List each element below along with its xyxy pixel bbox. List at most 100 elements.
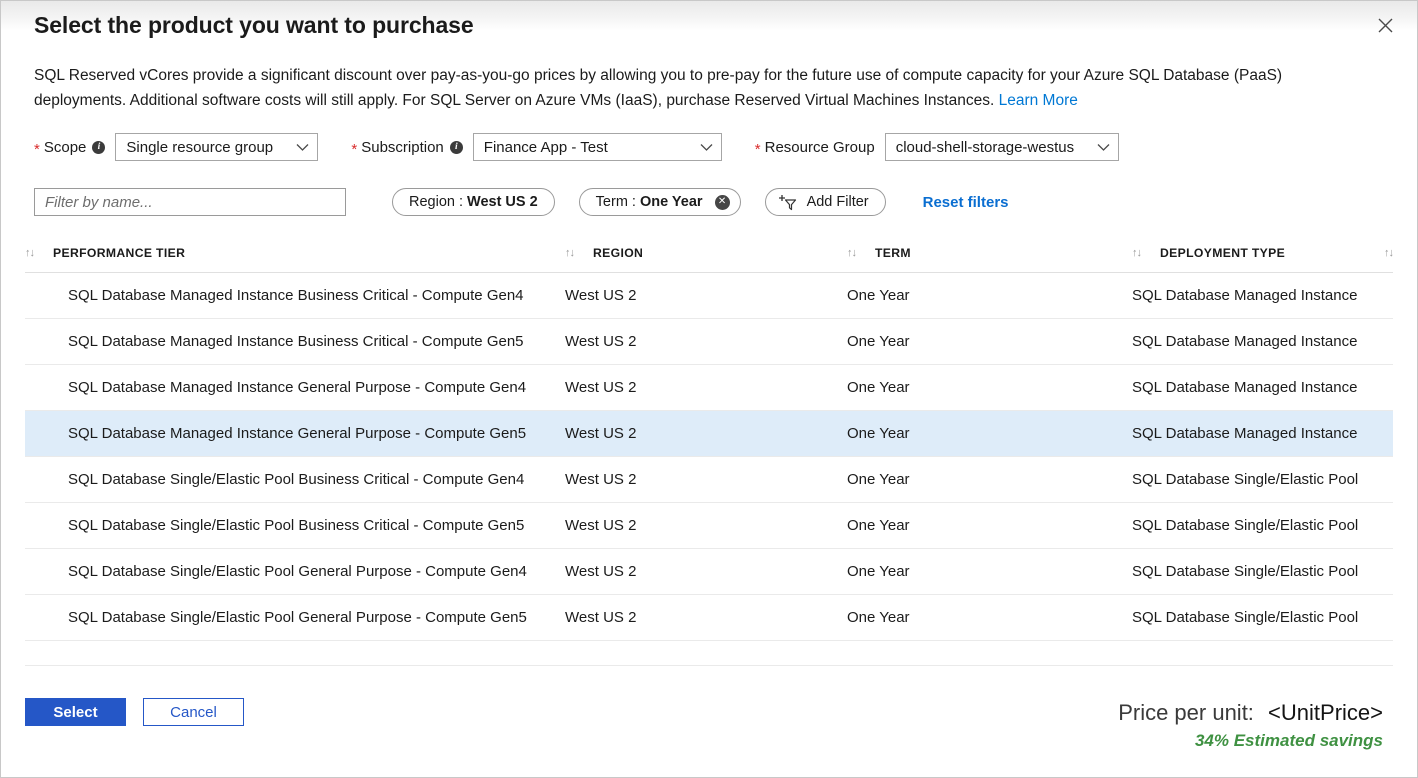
add-filter-icon <box>778 193 800 212</box>
cancel-button[interactable]: Cancel <box>143 698 244 726</box>
search-input[interactable] <box>34 188 346 216</box>
subscription-dropdown-value: Finance App - Test <box>484 139 608 156</box>
table-header-row: ↑↓ PERFORMANCE TIER ↑↓ REGION ↑↓ TERM ↑↓… <box>25 238 1393 273</box>
filter-chip-region-value: West US 2 <box>467 194 538 210</box>
dialog-footer: Select Cancel Price per unit: <UnitPrice… <box>1 685 1417 777</box>
column-header-term[interactable]: ↑↓ TERM <box>847 246 1132 260</box>
table-row[interactable]: SQL Database Single/Elastic Pool General… <box>25 549 1393 595</box>
required-asterisk: * <box>34 142 40 157</box>
price-per-unit-line: Price per unit: <UnitPrice> <box>1118 698 1383 728</box>
cell-region: West US 2 <box>565 287 847 304</box>
cell-term: One Year <box>847 609 1132 626</box>
resource-group-dropdown[interactable]: cloud-shell-storage-westus <box>885 133 1119 161</box>
info-icon[interactable]: i <box>92 141 105 154</box>
cell-term: One Year <box>847 563 1132 580</box>
cell-term: One Year <box>847 287 1132 304</box>
required-asterisk: * <box>755 142 761 157</box>
clear-filter-icon[interactable]: ✕ <box>715 195 730 210</box>
cell-region: West US 2 <box>565 563 847 580</box>
table-bottom-divider <box>25 641 1393 666</box>
filter-bar: Region : West US 2 Term : One Year ✕ Add… <box>34 188 1417 216</box>
cell-deployment-type: SQL Database Single/Elastic Pool <box>1132 517 1393 534</box>
cell-performance-tier: SQL Database Managed Instance Business C… <box>25 287 565 304</box>
cell-region: West US 2 <box>565 425 847 442</box>
cell-region: West US 2 <box>565 333 847 350</box>
scope-selectors-row: * Scope i Single resource group * Subscr… <box>34 133 1417 161</box>
filter-chip-region-label: Region : <box>409 194 463 210</box>
add-filter-label: Add Filter <box>807 194 869 210</box>
table-row[interactable]: SQL Database Managed Instance General Pu… <box>25 365 1393 411</box>
price-per-unit-label: Price per unit: <box>1118 700 1254 725</box>
filter-chip-region[interactable]: Region : West US 2 <box>392 188 555 216</box>
footer-button-group: Select Cancel <box>25 698 244 726</box>
cell-deployment-type: SQL Database Managed Instance <box>1132 287 1393 304</box>
sort-icon[interactable]: ↑↓ <box>1132 247 1141 259</box>
table-row[interactable]: SQL Database Managed Instance General Pu… <box>25 411 1393 457</box>
scope-dropdown[interactable]: Single resource group <box>115 133 318 161</box>
resource-group-label-group: * Resource Group <box>755 139 875 156</box>
cell-deployment-type: SQL Database Single/Elastic Pool <box>1132 563 1393 580</box>
table-row[interactable]: SQL Database Managed Instance Business C… <box>25 273 1393 319</box>
subscription-label-group: * Subscription i <box>351 139 462 156</box>
cell-deployment-type: SQL Database Single/Elastic Pool <box>1132 471 1393 488</box>
column-header-label: PERFORMANCE TIER <box>53 246 185 260</box>
table-body: SQL Database Managed Instance Business C… <box>25 273 1393 641</box>
required-asterisk: * <box>351 142 357 157</box>
cell-performance-tier: SQL Database Managed Instance General Pu… <box>25 425 565 442</box>
column-header-region[interactable]: ↑↓ REGION <box>565 246 847 260</box>
column-header-label: DEPLOYMENT TYPE <box>1160 246 1285 260</box>
table-row[interactable]: SQL Database Managed Instance Business C… <box>25 319 1393 365</box>
cell-region: West US 2 <box>565 471 847 488</box>
page-title: Select the product you want to purchase <box>34 9 1393 41</box>
resource-group-label: Resource Group <box>765 139 875 156</box>
description-text: SQL Reserved vCores provide a significan… <box>34 67 1282 109</box>
cell-performance-tier: SQL Database Single/Elastic Pool Busines… <box>25 517 565 534</box>
cell-term: One Year <box>847 471 1132 488</box>
add-filter-button[interactable]: Add Filter <box>765 188 886 216</box>
chevron-down-icon <box>700 139 713 156</box>
subscription-dropdown[interactable]: Finance App - Test <box>473 133 722 161</box>
column-header-performance-tier[interactable]: ↑↓ PERFORMANCE TIER <box>25 246 565 260</box>
estimated-savings: 34% Estimated savings <box>1118 728 1383 754</box>
sort-icon[interactable]: ↑↓ <box>1384 247 1393 259</box>
scope-dropdown-value: Single resource group <box>126 139 273 156</box>
select-button[interactable]: Select <box>25 698 126 726</box>
cell-performance-tier: SQL Database Single/Elastic Pool Busines… <box>25 471 565 488</box>
sort-icon[interactable]: ↑↓ <box>847 247 856 259</box>
column-header-deployment-type[interactable]: ↑↓ DEPLOYMENT TYPE ↑↓ <box>1132 246 1393 260</box>
products-table: ↑↓ PERFORMANCE TIER ↑↓ REGION ↑↓ TERM ↑↓… <box>25 238 1393 641</box>
cell-term: One Year <box>847 425 1132 442</box>
learn-more-link[interactable]: Learn More <box>999 92 1078 109</box>
chevron-down-icon <box>1097 139 1110 156</box>
cell-deployment-type: SQL Database Managed Instance <box>1132 379 1393 396</box>
sort-icon[interactable]: ↑↓ <box>25 247 34 259</box>
cell-term: One Year <box>847 333 1132 350</box>
cell-region: West US 2 <box>565 609 847 626</box>
scope-label-group: * Scope i <box>34 139 105 156</box>
table-row[interactable]: SQL Database Single/Elastic Pool Busines… <box>25 503 1393 549</box>
cell-term: One Year <box>847 517 1132 534</box>
price-summary: Price per unit: <UnitPrice> 34% Estimate… <box>1118 698 1393 754</box>
cell-deployment-type: SQL Database Managed Instance <box>1132 333 1393 350</box>
price-per-unit-value: <UnitPrice> <box>1268 700 1383 725</box>
cell-performance-tier: SQL Database Single/Elastic Pool General… <box>25 563 565 580</box>
cell-performance-tier: SQL Database Managed Instance Business C… <box>25 333 565 350</box>
sort-icon[interactable]: ↑↓ <box>565 247 574 259</box>
purchase-product-dialog: Select the product you want to purchase … <box>0 0 1418 778</box>
dialog-header: Select the product you want to purchase <box>1 1 1417 49</box>
reset-filters-link[interactable]: Reset filters <box>923 194 1009 211</box>
table-row[interactable]: SQL Database Single/Elastic Pool Busines… <box>25 457 1393 503</box>
cell-region: West US 2 <box>565 379 847 396</box>
cell-region: West US 2 <box>565 517 847 534</box>
filter-chip-term[interactable]: Term : One Year ✕ <box>579 188 741 216</box>
cell-deployment-type: SQL Database Managed Instance <box>1132 425 1393 442</box>
filter-chip-term-value: One Year <box>640 194 703 210</box>
table-row[interactable]: SQL Database Single/Elastic Pool General… <box>25 595 1393 641</box>
filter-chip-term-label: Term : <box>596 194 636 210</box>
dialog-description: SQL Reserved vCores provide a significan… <box>34 63 1334 113</box>
info-icon[interactable]: i <box>450 141 463 154</box>
scope-label: Scope <box>44 139 87 156</box>
cell-term: One Year <box>847 379 1132 396</box>
close-icon[interactable] <box>1371 11 1399 39</box>
cell-deployment-type: SQL Database Single/Elastic Pool <box>1132 609 1393 626</box>
